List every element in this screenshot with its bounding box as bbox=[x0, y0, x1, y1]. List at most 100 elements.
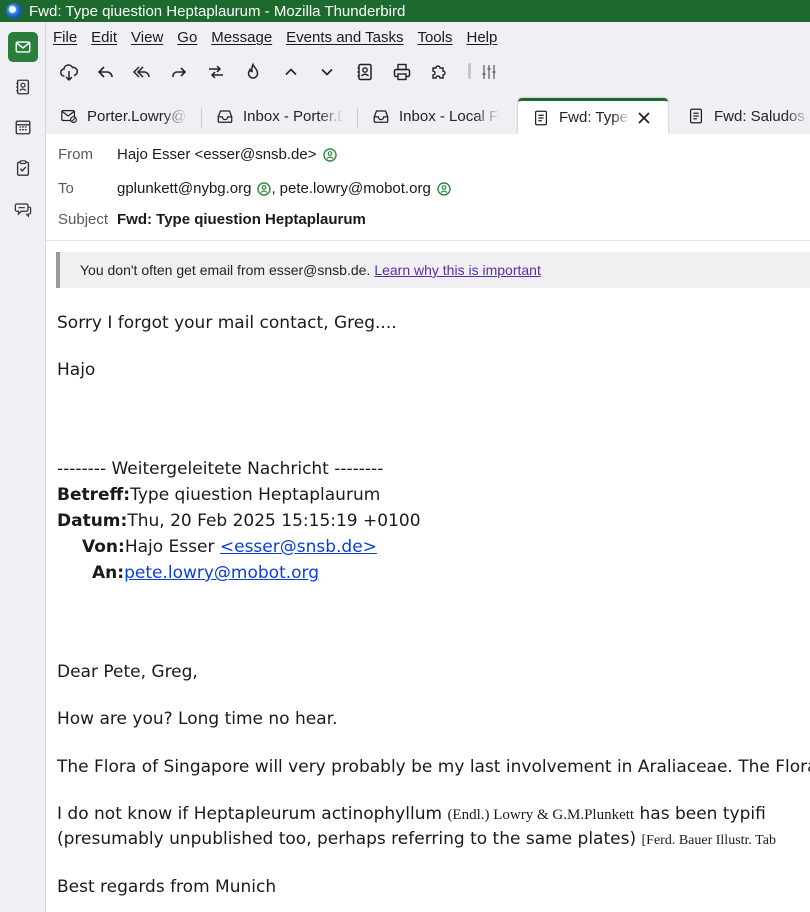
inbox-icon bbox=[217, 110, 233, 123]
message-icon bbox=[534, 110, 548, 125]
subject-value: Fwd: Type qiuestion Heptaplaurum bbox=[117, 211, 366, 228]
body-text: (presumably unpublished too, perhaps ref… bbox=[57, 829, 642, 849]
mail-icon bbox=[15, 41, 31, 53]
body-text-serif: [Ferd. Bauer Illustr. Tab bbox=[641, 833, 776, 848]
sliders-icon bbox=[482, 65, 496, 79]
von-email-link[interactable]: <esser@snsb.de> bbox=[220, 537, 377, 557]
window-title: Fwd: Type qiuestion Heptaplaurum - Mozil… bbox=[29, 2, 406, 20]
inbox-icon bbox=[373, 110, 389, 123]
notice-text: You don't often get email from esser@sns… bbox=[80, 262, 371, 278]
menu-message[interactable]: Message bbox=[203, 29, 278, 46]
datum-value: Thu, 20 Feb 2025 15:15:19 +0100 bbox=[127, 511, 421, 531]
get-messages-icon bbox=[60, 64, 78, 82]
chevron-down-icon bbox=[321, 68, 333, 76]
body-paragraph: I do not know if Heptapleurum actinophyl… bbox=[57, 804, 766, 824]
thunderbird-logo-icon bbox=[6, 3, 22, 19]
body-line: Hajo bbox=[57, 360, 96, 380]
menu-go[interactable]: Go bbox=[169, 29, 203, 46]
menu-file[interactable]: File bbox=[46, 29, 83, 46]
contact-icon[interactable] bbox=[437, 181, 451, 196]
puzzle-icon bbox=[432, 65, 446, 79]
body-paragraph: (presumably unpublished too, perhaps ref… bbox=[57, 829, 776, 849]
to-field: gplunkett@nybg.org , pete.lowry@mobot.or… bbox=[117, 180, 451, 197]
tab-fwd-saludos[interactable]: Fwd: Saludos Dr. Lowry bbox=[673, 98, 810, 134]
menu-events-and-tasks[interactable]: Events and Tasks bbox=[278, 29, 409, 46]
next-message-button[interactable] bbox=[314, 60, 340, 84]
fwd-datum: Datum:Thu, 20 Feb 2025 15:15:19 +0100 bbox=[57, 511, 421, 531]
an-email-link[interactable]: pete.lowry@mobot.org bbox=[124, 563, 319, 583]
tab-label: Inbox - Porter.Lowry@mobot.org bbox=[243, 107, 344, 125]
von-label: Von: bbox=[82, 537, 125, 557]
reply-all-button[interactable] bbox=[129, 60, 155, 84]
from-field: Hajo Esser <esser@snsb.de> bbox=[117, 146, 337, 163]
customize-toolbar-button[interactable] bbox=[476, 60, 502, 84]
address-book-icon bbox=[16, 79, 30, 95]
close-tab-icon[interactable] bbox=[636, 110, 652, 126]
forward-icon bbox=[172, 67, 187, 77]
subject-label: Subject bbox=[58, 211, 109, 228]
contact-icon[interactable] bbox=[322, 147, 337, 162]
get-messages-button[interactable] bbox=[56, 60, 82, 84]
menu-bar: File Edit View Go Message Events and Tas… bbox=[46, 22, 810, 52]
from-contact[interactable]: Hajo Esser <esser@snsb.de> bbox=[117, 146, 317, 163]
previous-message-button[interactable] bbox=[278, 60, 304, 84]
address-book-button[interactable] bbox=[352, 60, 378, 84]
mail-account-icon bbox=[61, 109, 77, 124]
tab-bar: Porter.Lowry@mobot.org Inbox - Porter.Lo… bbox=[46, 92, 810, 134]
menu-tools[interactable]: Tools bbox=[409, 29, 458, 46]
datum-label: Datum: bbox=[57, 511, 128, 531]
fwd-an: An:pete.lowry@mobot.org bbox=[92, 563, 319, 583]
sender-notice: You don't often get email from esser@sns… bbox=[56, 252, 810, 288]
von-name: Hajo Esser bbox=[124, 537, 220, 557]
message-body: Sorry I forgot your mail contact, Greg..… bbox=[46, 290, 810, 912]
from-label: From bbox=[58, 146, 93, 163]
tab-fwd-type-question[interactable]: Fwd: Type qiuestion Heptaplaurum bbox=[518, 98, 668, 134]
tab-account[interactable]: Porter.Lowry@mobot.org bbox=[46, 98, 196, 134]
print-button[interactable] bbox=[389, 60, 415, 84]
contact-icon[interactable] bbox=[257, 181, 272, 196]
menu-view[interactable]: View bbox=[123, 29, 169, 46]
message-header: From Hajo Esser <esser@snsb.de> To gplun… bbox=[46, 134, 810, 241]
body-closing: Best regards from Munich bbox=[57, 877, 277, 897]
menu-help[interactable]: Help bbox=[459, 29, 504, 46]
forward-button[interactable] bbox=[166, 60, 192, 84]
body-text-serif: (Endl.) Lowry & G.M.Plunkett bbox=[447, 807, 635, 823]
calendar-icon bbox=[15, 120, 31, 135]
address-book-space-button[interactable] bbox=[8, 72, 38, 102]
menu-edit[interactable]: Edit bbox=[83, 29, 123, 46]
body-text: has been typifi bbox=[634, 804, 766, 824]
tab-label: Fwd: Saludos Dr. Lowry bbox=[714, 107, 810, 125]
to-contact-1[interactable]: gplunkett@nybg.org bbox=[117, 180, 251, 197]
chat-space-button[interactable] bbox=[8, 194, 38, 224]
redirect-icon bbox=[209, 65, 223, 79]
mail-space-button[interactable] bbox=[8, 32, 38, 62]
betreff-value: Type qiuestion Heptaplaurum bbox=[130, 485, 381, 505]
window-titlebar: Fwd: Type qiuestion Heptaplaurum - Mozil… bbox=[0, 0, 810, 22]
addons-button[interactable] bbox=[426, 60, 452, 84]
redirect-button[interactable] bbox=[203, 60, 229, 84]
tab-label: Porter.Lowry@mobot.org bbox=[87, 107, 188, 125]
reply-icon bbox=[97, 66, 113, 78]
tab-label: Inbox - Local Folders bbox=[399, 107, 500, 125]
forward-separator: -------- Weitergeleitete Nachricht -----… bbox=[57, 459, 384, 479]
fwd-betreff: Betreff:Type qiuestion Heptaplaurum bbox=[57, 485, 380, 505]
to-contact-2[interactable]: pete.lowry@mobot.org bbox=[280, 180, 431, 197]
tab-inbox-porter[interactable]: Inbox - Porter.Lowry@mobot.org bbox=[202, 98, 352, 134]
print-icon bbox=[393, 63, 411, 81]
tasks-icon bbox=[16, 160, 30, 176]
an-label: An: bbox=[92, 563, 125, 583]
tab-inbox-local[interactable]: Inbox - Local Folders bbox=[358, 98, 508, 134]
junk-button[interactable] bbox=[240, 60, 266, 84]
chat-icon bbox=[14, 203, 32, 218]
address-book-icon bbox=[357, 63, 372, 81]
body-line: Sorry I forgot your mail contact, Greg..… bbox=[57, 313, 397, 333]
body-greeting: Dear Pete, Greg, bbox=[57, 662, 198, 682]
reply-button[interactable] bbox=[93, 60, 119, 84]
learn-why-link[interactable]: Learn why this is important bbox=[374, 262, 541, 278]
message-icon bbox=[689, 108, 703, 124]
spaces-toolbar bbox=[0, 22, 46, 912]
tasks-space-button[interactable] bbox=[8, 153, 38, 183]
fwd-von: Von:Hajo Esser <esser@snsb.de> bbox=[82, 537, 377, 557]
calendar-space-button[interactable] bbox=[8, 112, 38, 142]
betreff-label: Betreff: bbox=[57, 485, 131, 505]
